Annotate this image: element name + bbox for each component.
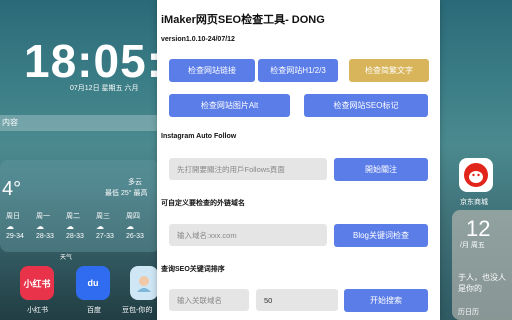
start-follow-button[interactable]: 開始關注 — [334, 158, 428, 181]
jd-app-icon[interactable] — [459, 158, 493, 192]
jd-dog-icon — [464, 163, 488, 187]
forecast-day-name: 周二 — [66, 213, 80, 220]
weather-forecast: 周日 ☁ 29-34 周一 ☁ 28-33 周二 ☁ 28-33 周三 ☁ 27… — [6, 212, 156, 242]
instagram-section-label: Instagram Auto Follow — [161, 133, 237, 140]
calendar-widget[interactable]: 12 /月 周五 于人，也没人 是你的 历日历 — [452, 210, 512, 320]
calendar-label: 历日历 — [458, 309, 479, 316]
home-date: 07月12日 星期五 六月 — [70, 85, 139, 92]
calendar-day: 12 — [466, 216, 491, 241]
home-search-strip[interactable]: 内容 — [0, 115, 160, 131]
check-links-button[interactable]: 检查网站链接 — [169, 59, 255, 82]
calendar-week: /月 周五 — [460, 242, 485, 249]
calendar-quote: 于人，也没人 是你的 — [458, 273, 506, 293]
forecast-day: 周一 ☁ 28-33 — [36, 212, 66, 242]
keyword-rank-section-label: 查询SEO关键词排序 — [161, 266, 225, 273]
douyin-label: 豆包-你的 — [122, 307, 153, 314]
forecast-range: 29-34 — [6, 233, 24, 240]
popup-version: version1.0.10-24/07/12 — [161, 36, 235, 43]
cloud-icon: ☁ — [66, 222, 74, 231]
external-links-section-label: 可自定义要检查的外链域名 — [161, 200, 245, 207]
external-domain-input[interactable] — [169, 224, 327, 246]
weather-range: 最低 25° 最高 — [105, 190, 148, 197]
check-headings-button[interactable]: 检查网站H1/2/3 — [258, 59, 338, 82]
xiaohongshu-icon-text: 小红书 — [23, 278, 51, 289]
baidu-app-icon[interactable]: du — [76, 266, 110, 300]
weather-temp: 4° — [2, 178, 22, 200]
check-simplified-button[interactable]: 检查简繁文字 — [349, 59, 429, 82]
cloud-icon: ☁ — [6, 222, 14, 231]
avatar-icon — [137, 276, 151, 292]
search-strip-label: 内容 — [2, 118, 18, 127]
xiaohongshu-label: 小红书 — [27, 307, 48, 314]
popup-title: iMaker网页SEO检查工具- DONG — [161, 14, 325, 26]
weather-condition: 多云 — [128, 179, 142, 186]
forecast-range: 27-33 — [96, 233, 114, 240]
result-count-input[interactable] — [256, 289, 338, 311]
cloud-icon: ☁ — [36, 222, 44, 231]
forecast-day: 周日 ☁ 29-34 — [6, 212, 36, 242]
forecast-day: 周三 ☁ 27-33 — [96, 212, 126, 242]
instagram-follow-input[interactable] — [169, 158, 327, 180]
related-domain-input[interactable] — [169, 289, 249, 311]
cloud-icon: ☁ — [126, 222, 134, 231]
home-clock: 18:05: — [24, 35, 163, 87]
forecast-day: 周二 ☁ 28-33 — [66, 212, 96, 242]
douyin-app-icon[interactable] — [130, 266, 158, 300]
forecast-range: 28-33 — [66, 233, 84, 240]
blog-keyword-check-button[interactable]: Blog关键词检查 — [334, 224, 428, 247]
forecast-day-name: 周四 — [126, 213, 140, 220]
forecast-day-name: 周三 — [96, 213, 110, 220]
weather-widget[interactable]: 4° 多云 最低 25° 最高 周日 ☁ 29-34 周一 ☁ 28-33 周二… — [0, 160, 160, 252]
forecast-day: 周四 ☁ 26-33 — [126, 212, 156, 242]
jd-label: 京东商城 — [460, 199, 488, 206]
check-image-alt-button[interactable]: 检查网站图片Alt — [169, 94, 290, 117]
xiaohongshu-app-icon[interactable]: 小红书 — [20, 266, 54, 300]
forecast-range: 28-33 — [36, 233, 54, 240]
baidu-label: 百度 — [87, 307, 101, 314]
seo-tool-popup: iMaker网页SEO检查工具- DONG version1.0.10-24/0… — [157, 0, 440, 320]
check-seo-tags-button[interactable]: 检查网站SEO标记 — [304, 94, 428, 117]
forecast-range: 26-33 — [126, 233, 144, 240]
start-search-button[interactable]: 开始搜索 — [344, 289, 428, 312]
weather-app-label: 天气 — [60, 255, 73, 261]
baidu-paw-icon: du — [87, 278, 99, 288]
forecast-day-name: 周一 — [36, 213, 50, 220]
cloud-icon: ☁ — [96, 222, 104, 231]
forecast-day-name: 周日 — [6, 213, 20, 220]
